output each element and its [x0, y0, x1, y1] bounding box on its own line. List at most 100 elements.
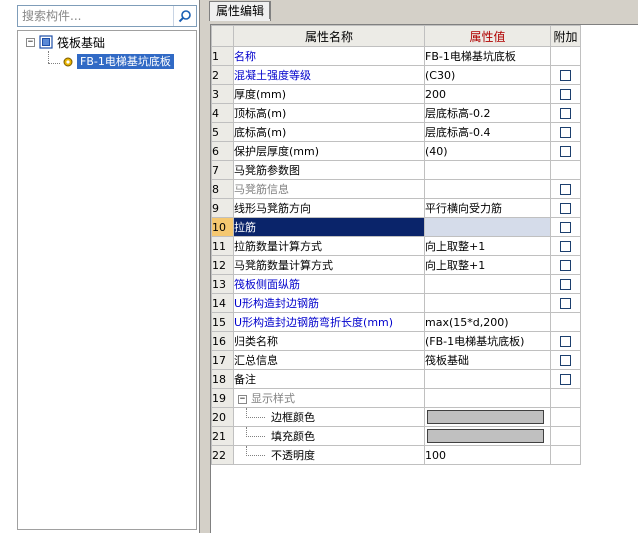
extra-cell[interactable]	[550, 179, 581, 199]
property-name[interactable]: U形构造封边钢筋弯折长度(mm)	[233, 312, 425, 332]
property-name[interactable]: 厚度(mm)	[233, 84, 425, 104]
extra-cell[interactable]	[550, 84, 581, 104]
property-name[interactable]: 备注	[233, 369, 425, 389]
property-row[interactable]: 17 汇总信息 筏板基础	[211, 350, 581, 370]
property-row[interactable]: 19− 显示样式	[211, 388, 581, 408]
property-row[interactable]: 2 混凝土强度等级 (C30)	[211, 65, 581, 85]
extra-cell[interactable]	[550, 255, 581, 275]
extra-cell[interactable]	[550, 331, 581, 351]
header-value[interactable]: 属性值	[424, 25, 551, 47]
extra-checkbox[interactable]	[560, 336, 571, 347]
property-name[interactable]: 马凳筋参数图	[233, 160, 425, 180]
color-swatch[interactable]	[427, 429, 544, 443]
property-row[interactable]: 21 填充颜色	[211, 426, 581, 446]
property-value[interactable]	[424, 179, 551, 199]
extra-cell[interactable]	[550, 236, 581, 256]
property-value[interactable]: 层底标高-0.2	[424, 103, 551, 123]
property-name[interactable]: 筏板侧面纵筋	[233, 274, 425, 294]
property-value[interactable]: FB-1电梯基坑底板	[424, 46, 551, 66]
property-row[interactable]: 16 归类名称 (FB-1电梯基坑底板)	[211, 331, 581, 351]
property-row[interactable]: 12 马凳筋数量计算方式 向上取整+1	[211, 255, 581, 275]
color-swatch[interactable]	[427, 410, 544, 424]
extra-checkbox[interactable]	[560, 260, 571, 271]
property-name[interactable]: 拉筋数量计算方式	[233, 236, 425, 256]
extra-checkbox[interactable]	[560, 89, 571, 100]
property-name[interactable]: 边框颜色	[233, 407, 425, 427]
collapse-toggle-icon[interactable]: −	[238, 394, 247, 404]
property-value[interactable]	[424, 217, 551, 237]
extra-cell[interactable]	[550, 369, 581, 389]
tree-node-child[interactable]: FB-1电梯基坑底板	[62, 53, 174, 70]
property-value[interactable]: 200	[424, 84, 551, 104]
property-row[interactable]: 10 拉筋	[211, 217, 581, 237]
property-value[interactable]: 层底标高-0.4	[424, 122, 551, 142]
property-row[interactable]: 15 U形构造封边钢筋弯折长度(mm) max(15*d,200)	[211, 312, 581, 332]
extra-checkbox[interactable]	[560, 108, 571, 119]
property-name[interactable]: 填充颜色	[233, 426, 425, 446]
property-name[interactable]: 线形马凳筋方向	[233, 198, 425, 218]
property-value[interactable]: max(15*d,200)	[424, 312, 551, 332]
property-name[interactable]: 底标高(m)	[233, 122, 425, 142]
property-name[interactable]: 汇总信息	[233, 350, 425, 370]
property-value[interactable]	[424, 160, 551, 180]
extra-checkbox[interactable]	[560, 222, 571, 233]
property-value[interactable]	[424, 407, 551, 427]
property-value[interactable]	[424, 274, 551, 294]
property-name[interactable]: U形构造封边钢筋	[233, 293, 425, 313]
property-name[interactable]: 拉筋	[233, 217, 425, 237]
property-value[interactable]: 100	[424, 445, 551, 465]
property-value[interactable]	[424, 369, 551, 389]
extra-cell[interactable]	[550, 274, 581, 294]
property-value[interactable]	[424, 388, 551, 408]
header-name[interactable]: 属性名称	[233, 25, 425, 47]
extra-cell[interactable]	[550, 103, 581, 123]
property-row[interactable]: 6 保护层厚度(mm) (40)	[211, 141, 581, 161]
property-name[interactable]: 马凳筋数量计算方式	[233, 255, 425, 275]
property-row[interactable]: 18 备注	[211, 369, 581, 389]
extra-cell[interactable]	[550, 65, 581, 85]
property-value[interactable]	[424, 426, 551, 446]
property-row[interactable]: 14 U形构造封边钢筋	[211, 293, 581, 313]
property-row[interactable]: 22 不透明度 100	[211, 445, 581, 465]
property-row[interactable]: 5 底标高(m) 层底标高-0.4	[211, 122, 581, 142]
property-name[interactable]: − 显示样式	[233, 388, 425, 408]
extra-checkbox[interactable]	[560, 241, 571, 252]
property-name[interactable]: 混凝土强度等级	[233, 65, 425, 85]
property-row[interactable]: 11 拉筋数量计算方式 向上取整+1	[211, 236, 581, 256]
property-value[interactable]: (C30)	[424, 65, 551, 85]
extra-checkbox[interactable]	[560, 146, 571, 157]
property-name[interactable]: 不透明度	[233, 445, 425, 465]
property-value[interactable]: 筏板基础	[424, 350, 551, 370]
extra-checkbox[interactable]	[560, 298, 571, 309]
property-row[interactable]: 20 边框颜色	[211, 407, 581, 427]
extra-cell[interactable]	[550, 141, 581, 161]
property-name[interactable]: 保护层厚度(mm)	[233, 141, 425, 161]
extra-checkbox[interactable]	[560, 184, 571, 195]
property-value[interactable]: (FB-1电梯基坑底板)	[424, 331, 551, 351]
extra-checkbox[interactable]	[560, 374, 571, 385]
extra-checkbox[interactable]	[560, 203, 571, 214]
collapse-toggle-icon[interactable]: −	[26, 37, 35, 47]
property-name[interactable]: 归类名称	[233, 331, 425, 351]
extra-checkbox[interactable]	[560, 127, 571, 138]
extra-checkbox[interactable]	[560, 70, 571, 81]
extra-cell[interactable]	[550, 122, 581, 142]
extra-cell[interactable]	[550, 293, 581, 313]
extra-cell[interactable]	[550, 198, 581, 218]
property-row[interactable]: 9 线形马凳筋方向 平行横向受力筋	[211, 198, 581, 218]
tab-property-edit[interactable]: 属性编辑	[209, 1, 272, 21]
property-value[interactable]: 平行横向受力筋	[424, 198, 551, 218]
property-name[interactable]: 顶标高(m)	[233, 103, 425, 123]
property-row[interactable]: 4 顶标高(m) 层底标高-0.2	[211, 103, 581, 123]
property-row[interactable]: 13 筏板侧面纵筋	[211, 274, 581, 294]
extra-cell[interactable]	[550, 350, 581, 370]
property-value[interactable]	[424, 293, 551, 313]
property-row[interactable]: 3 厚度(mm) 200	[211, 84, 581, 104]
property-row[interactable]: 1 名称 FB-1电梯基坑底板	[211, 46, 581, 66]
header-extra[interactable]: 附加	[550, 25, 581, 47]
property-row[interactable]: 8 马凳筋信息	[211, 179, 581, 199]
property-value[interactable]: 向上取整+1	[424, 236, 551, 256]
property-row[interactable]: 7 马凳筋参数图	[211, 160, 581, 180]
search-button[interactable]	[173, 6, 196, 26]
extra-checkbox[interactable]	[560, 279, 571, 290]
